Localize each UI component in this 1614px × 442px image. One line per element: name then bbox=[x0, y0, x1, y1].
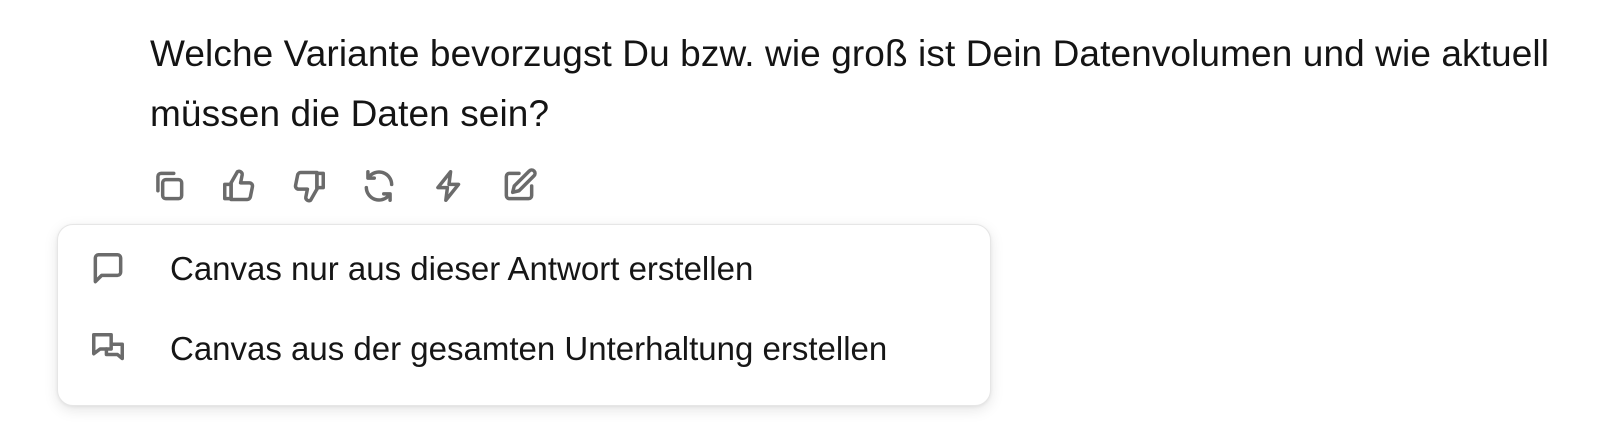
menu-item-canvas-from-conversation[interactable]: Canvas aus der gesamten Unterhaltung ers… bbox=[58, 313, 990, 385]
thumbs-down-icon bbox=[293, 170, 325, 203]
thumbs-up-icon bbox=[223, 169, 255, 202]
canvas-lightning-button[interactable] bbox=[430, 167, 468, 205]
copy-button[interactable] bbox=[150, 167, 188, 205]
thumbs-down-button[interactable] bbox=[290, 167, 328, 205]
speech-bubble-icon bbox=[88, 249, 128, 289]
assistant-message: Welche Variante bevorzugst Du bzw. wie g… bbox=[150, 24, 1590, 144]
lightning-icon bbox=[436, 170, 461, 202]
edit-button[interactable] bbox=[500, 167, 538, 205]
thumbs-up-button[interactable] bbox=[220, 167, 258, 205]
conversation-bubbles-icon bbox=[88, 329, 128, 369]
message-actions-toolbar bbox=[150, 164, 538, 208]
menu-item-canvas-from-answer[interactable]: Canvas nur aus dieser Antwort erstellen bbox=[58, 233, 990, 305]
menu-item-label: Canvas nur aus dieser Antwort erstellen bbox=[170, 250, 754, 287]
edit-icon bbox=[504, 168, 537, 201]
copy-icon bbox=[156, 171, 184, 201]
canvas-dropdown-menu: Canvas nur aus dieser Antwort erstellen … bbox=[57, 224, 991, 406]
message-text: Welche Variante bevorzugst Du bzw. wie g… bbox=[150, 33, 1550, 134]
regenerate-icon bbox=[364, 170, 394, 202]
menu-item-label: Canvas aus der gesamten Unterhaltung ers… bbox=[170, 330, 888, 367]
regenerate-button[interactable] bbox=[360, 167, 398, 205]
